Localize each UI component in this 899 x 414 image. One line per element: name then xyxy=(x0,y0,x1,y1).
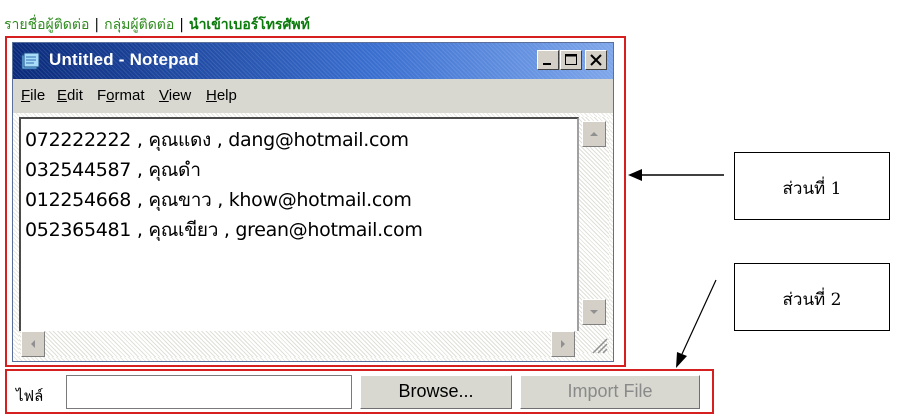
nav-contact-list[interactable]: รายชื่อผู้ติดต่อ xyxy=(4,17,89,33)
notepad-title: Untitled - Notepad xyxy=(49,50,199,69)
maximize-icon xyxy=(565,54,577,65)
arrow-to-part1-icon xyxy=(628,169,724,181)
browse-button[interactable]: Browse... xyxy=(360,375,512,409)
horizontal-scrollbar[interactable] xyxy=(19,331,579,357)
nav-import-phone[interactable]: นำเข้าเบอร์โทรศัพท์ xyxy=(189,17,310,33)
menu-view[interactable]: View xyxy=(159,87,191,104)
nav-separator: | xyxy=(94,17,100,33)
import-file-button[interactable]: Import File xyxy=(520,375,700,409)
notepad-titlebar[interactable]: Untitled - Notepad xyxy=(13,43,613,79)
minimize-icon xyxy=(543,63,551,65)
arrow-to-part2-icon xyxy=(676,279,717,368)
notepad-window: Untitled - Notepad File Edit Format View… xyxy=(12,42,614,362)
resize-grip-icon[interactable] xyxy=(587,333,609,355)
import-form: ไฟล์ Browse... Import File xyxy=(10,373,708,411)
minimize-button[interactable] xyxy=(537,50,559,70)
cropped-text-remnant xyxy=(0,0,899,8)
text-line: 052365481 , คุณเขียว , grean@hotmail.com xyxy=(25,219,423,241)
menu-help[interactable]: Help xyxy=(206,87,237,104)
menu-file[interactable]: File xyxy=(21,87,45,104)
text-line: 072222222 , คุณแดง , dang@hotmail.com xyxy=(25,129,409,151)
scroll-right-button[interactable] xyxy=(551,331,575,357)
scroll-up-button[interactable] xyxy=(582,121,606,147)
part2-label-box: ส่วนที่ 2 xyxy=(734,263,890,331)
arrow-down-icon xyxy=(590,310,598,314)
file-label: ไฟล์ xyxy=(16,387,44,405)
notepad-app-icon xyxy=(21,52,40,70)
scroll-down-button[interactable] xyxy=(582,299,606,325)
part1-label: ส่วนที่ 1 xyxy=(782,179,842,199)
maximize-button[interactable] xyxy=(560,50,582,70)
arrow-left-icon xyxy=(31,340,35,348)
scroll-left-button[interactable] xyxy=(21,331,45,357)
notepad-menubar: File Edit Format View Help xyxy=(13,79,613,113)
text-line: 032544587 , คุณดำ xyxy=(25,159,201,181)
vertical-scrollbar[interactable] xyxy=(579,117,609,353)
menu-format[interactable]: Format xyxy=(97,87,145,104)
close-icon xyxy=(590,54,602,66)
part2-label: ส่วนที่ 2 xyxy=(782,290,842,310)
nav-separator: | xyxy=(179,17,184,33)
top-navigation: รายชื่อผู้ติดต่อ | กลุ่มผู้ติดต่อ | นำเข้าเบ… xyxy=(4,14,310,36)
menu-edit[interactable]: Edit xyxy=(57,87,83,104)
text-line: 012254668 , คุณขาว , khow@hotmail.com xyxy=(25,189,412,211)
part1-label-box: ส่วนที่ 1 xyxy=(734,152,890,220)
nav-contact-groups[interactable]: กลุ่มผู้ติดต่อ xyxy=(104,17,174,33)
notepad-text-area[interactable]: 072222222 , คุณแดง , dang@hotmail.com 03… xyxy=(19,117,579,353)
arrow-right-icon xyxy=(561,340,565,348)
arrow-up-icon xyxy=(590,132,598,136)
file-path-input[interactable] xyxy=(66,375,352,409)
close-button[interactable] xyxy=(585,50,607,70)
